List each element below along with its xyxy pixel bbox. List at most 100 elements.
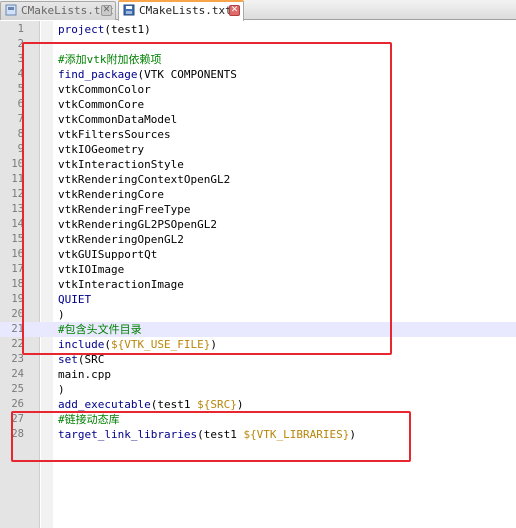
code-text: vtkInteractionStyle bbox=[58, 157, 184, 172]
code-token: vtkFiltersSources bbox=[58, 128, 171, 141]
code-text: ) bbox=[58, 307, 65, 322]
code-token: find_package bbox=[58, 68, 138, 81]
close-icon[interactable]: ✕ bbox=[229, 5, 240, 16]
code-line[interactable]: 23 set(SRC bbox=[0, 352, 516, 367]
line-number: 10 bbox=[11, 158, 24, 170]
code-token: ${VTK_LIBRARIES} bbox=[243, 428, 350, 441]
code-token: include bbox=[58, 338, 105, 351]
code-token: ${VTK_USE_FILE} bbox=[110, 338, 211, 351]
save-disk-icon bbox=[123, 4, 135, 16]
code-text: ) bbox=[58, 382, 65, 397]
code-text: vtkCommonColor bbox=[58, 82, 151, 97]
code-line[interactable]: 21 #包含头文件目录 bbox=[0, 322, 516, 337]
code-line[interactable]: 1 project(test1) bbox=[0, 22, 516, 37]
tab-label: CMakeLists.txt bbox=[21, 4, 114, 17]
tab-label: CMakeLists.txt bbox=[139, 4, 232, 17]
line-number: 24 bbox=[11, 368, 24, 380]
code-token: (test1 bbox=[150, 398, 198, 411]
code-token: ) bbox=[236, 398, 244, 411]
line-number: 11 bbox=[11, 173, 24, 185]
code-token: add_executable bbox=[58, 398, 151, 411]
code-token: vtkRenderingFreeType bbox=[58, 203, 191, 216]
code-token: ) bbox=[349, 428, 357, 441]
code-line[interactable]: 5 vtkCommonColor bbox=[0, 82, 516, 97]
line-number: 2 bbox=[17, 38, 24, 50]
code-line[interactable]: 7 vtkCommonDataModel bbox=[0, 112, 516, 127]
code-token: target_link_libraries bbox=[58, 428, 198, 441]
code-editor[interactable]: 1 project(test1) 2 3 #添加vtk附加依赖项 4 find_packag… bbox=[0, 22, 516, 442]
code-text: vtkIOGeometry bbox=[58, 142, 144, 157]
code-text: vtkRenderingFreeType bbox=[58, 202, 190, 217]
code-text: vtkInteractionImage bbox=[58, 277, 184, 292]
line-number: 25 bbox=[11, 383, 24, 395]
code-line[interactable]: 20) bbox=[0, 307, 516, 322]
code-line[interactable]: 6 vtkCommonCore bbox=[0, 97, 516, 112]
code-text: vtkRenderingGL2PSOpenGL2 bbox=[58, 217, 217, 232]
tab-cmakelists-1[interactable]: CMakeLists.txt ✕ bbox=[0, 1, 116, 20]
code-line[interactable]: 27 #链接动态库 bbox=[0, 412, 516, 427]
tab-cmakelists-2[interactable]: CMakeLists.txt ✕ bbox=[118, 0, 244, 21]
code-line[interactable]: 10 vtkInteractionStyle bbox=[0, 157, 516, 172]
code-line[interactable]: 14 vtkRenderingGL2PSOpenGL2 bbox=[0, 217, 516, 232]
code-text: set(SRC bbox=[58, 352, 104, 367]
code-line[interactable]: 26 add_executable(test1 ${SRC}) bbox=[0, 397, 516, 412]
code-line[interactable]: 13 vtkRenderingFreeType bbox=[0, 202, 516, 217]
code-line[interactable]: 11 vtkRenderingContextOpenGL2 bbox=[0, 172, 516, 187]
code-text: vtkRenderingCore bbox=[58, 187, 164, 202]
line-number: 15 bbox=[11, 233, 24, 245]
code-token: vtkIOGeometry bbox=[58, 143, 145, 156]
code-line[interactable]: 28 target_link_libraries(test1 ${VTK_LIBR… bbox=[0, 427, 516, 442]
line-number: 26 bbox=[11, 398, 24, 410]
line-number: 22 bbox=[11, 338, 24, 350]
code-text: vtkRenderingOpenGL2 bbox=[58, 232, 184, 247]
code-line[interactable]: 22 include(${VTK_USE_FILE}) bbox=[0, 337, 516, 352]
code-token: (test1 bbox=[197, 428, 244, 441]
line-number: 13 bbox=[11, 203, 24, 215]
code-token: #添加vtk附加依赖项 bbox=[58, 53, 162, 66]
code-line[interactable]: 17 vtkIOImage bbox=[0, 262, 516, 277]
code-line[interactable]: 4 find_package(VTK COMPONENTS bbox=[0, 67, 516, 82]
code-line[interactable]: 18 vtkInteractionImage bbox=[0, 277, 516, 292]
code-text: find_package(VTK COMPONENTS bbox=[58, 67, 237, 82]
code-token: ) bbox=[58, 308, 65, 321]
code-token: ( bbox=[104, 338, 111, 351]
line-number: 8 bbox=[17, 128, 24, 140]
code-text: vtkCommonCore bbox=[58, 97, 144, 112]
line-number: 7 bbox=[17, 113, 24, 125]
code-text: #包含头文件目录 bbox=[58, 322, 142, 337]
code-text: #链接动态库 bbox=[58, 412, 120, 427]
code-token: (test1) bbox=[104, 23, 151, 36]
code-line[interactable]: 25) bbox=[0, 382, 516, 397]
line-number: 3 bbox=[17, 53, 24, 65]
code-text: add_executable(test1 ${SRC}) bbox=[58, 397, 243, 412]
code-token: (SRC bbox=[77, 353, 105, 366]
code-line[interactable]: 8 vtkFiltersSources bbox=[0, 127, 516, 142]
code-line[interactable]: 3 #添加vtk附加依赖项 bbox=[0, 52, 516, 67]
code-token: vtkInteractionStyle bbox=[58, 158, 184, 171]
code-line[interactable]: 12 vtkRenderingCore bbox=[0, 187, 516, 202]
code-token: QUIET bbox=[58, 293, 92, 306]
code-line[interactable]: 24 main.cpp bbox=[0, 367, 516, 382]
code-token: main.cpp bbox=[58, 368, 111, 381]
line-number: 6 bbox=[17, 98, 24, 110]
close-icon[interactable]: ✕ bbox=[101, 5, 112, 16]
code-line[interactable]: 9 vtkIOGeometry bbox=[0, 142, 516, 157]
line-number: 12 bbox=[11, 188, 24, 200]
line-number: 4 bbox=[17, 68, 24, 80]
code-token: vtkCommonColor bbox=[58, 83, 151, 96]
code-text: vtkCommonDataModel bbox=[58, 112, 177, 127]
code-line[interactable]: 16 vtkGUISupportQt bbox=[0, 247, 516, 262]
line-number: 20 bbox=[11, 308, 24, 320]
tab-bar: CMakeLists.txt ✕ CMakeLists.txt ✕ bbox=[0, 0, 516, 21]
code-token: vtkRenderingContextOpenGL2 bbox=[58, 173, 231, 186]
code-token: project bbox=[58, 23, 105, 36]
line-number: 21 bbox=[11, 323, 24, 335]
code-line[interactable]: 15 vtkRenderingOpenGL2 bbox=[0, 232, 516, 247]
code-line[interactable]: 2 bbox=[0, 37, 516, 52]
code-line[interactable]: 19 QUIET bbox=[0, 292, 516, 307]
code-token: (VTK COMPONENTS bbox=[137, 68, 237, 81]
code-token: vtkIOImage bbox=[58, 263, 125, 276]
line-number: 23 bbox=[11, 353, 24, 365]
line-number: 19 bbox=[11, 293, 24, 305]
code-token: #链接动态库 bbox=[58, 413, 120, 426]
